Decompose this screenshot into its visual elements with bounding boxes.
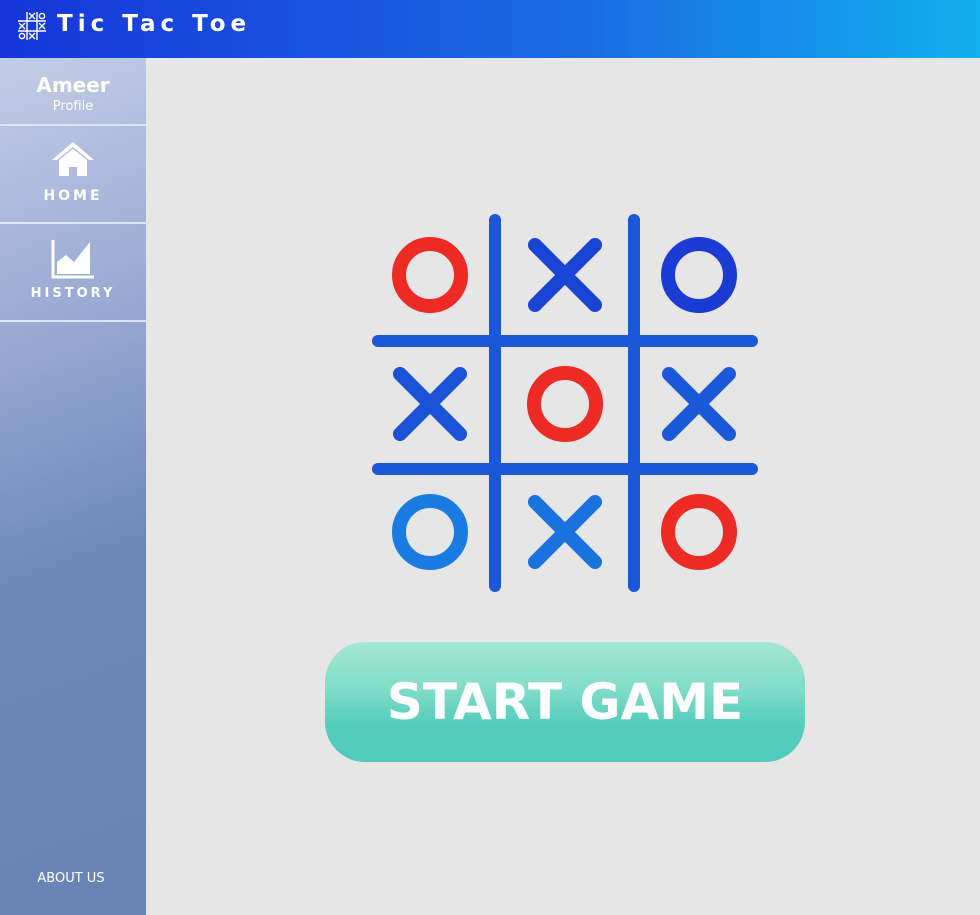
board-cell-x-mark[interactable]: [528, 495, 602, 569]
board-cell-x-mark[interactable]: [528, 238, 602, 312]
sidebar: Ameer Profile HOME HISTORY ABOUT US: [0, 58, 146, 915]
sidebar-item-label: HISTORY: [30, 286, 116, 301]
app-title: Tic Tac Toe: [57, 11, 252, 37]
board-cell-o-mark[interactable]: [527, 366, 603, 442]
tic-tac-toe-logo-icon: [18, 12, 46, 40]
board-cell-o-mark[interactable]: [661, 494, 737, 570]
sidebar-item-home[interactable]: HOME: [0, 126, 146, 224]
about-us-link[interactable]: ABOUT US: [0, 871, 142, 886]
profile-subtitle: Profile: [52, 99, 94, 114]
chart-icon: [51, 240, 94, 279]
board-cell-x-mark[interactable]: [393, 367, 467, 441]
start-game-button[interactable]: START GAME: [325, 642, 805, 762]
sidebar-item-history[interactable]: HISTORY: [0, 224, 146, 322]
board-cell-o-mark[interactable]: [392, 494, 468, 570]
sidebar-item-label: HOME: [43, 188, 103, 204]
profile-section[interactable]: Ameer Profile: [0, 58, 146, 126]
board-marks: [392, 237, 737, 570]
top-bar: Tic Tac Toe: [0, 0, 980, 58]
profile-name: Ameer: [36, 73, 110, 97]
board-cell-x-mark[interactable]: [662, 367, 736, 441]
home-icon: [52, 142, 94, 176]
board-cell-o-mark[interactable]: [661, 237, 737, 313]
tic-tac-toe-board[interactable]: [370, 212, 760, 594]
board-cell-o-mark[interactable]: [392, 237, 468, 313]
